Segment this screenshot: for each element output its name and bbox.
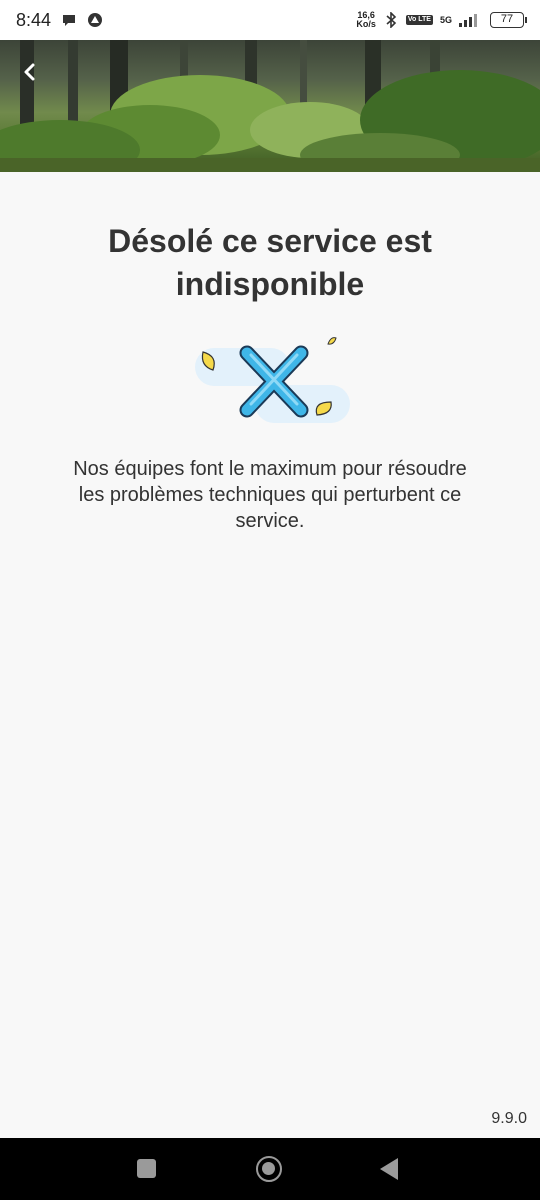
home-button[interactable]: [256, 1156, 282, 1182]
error-message: Nos équipes font le maximum pour résoudr…: [73, 458, 467, 532]
main-content: Désolé ce service est indisponible Nos é…: [0, 172, 540, 534]
signal-icon: [459, 14, 477, 27]
status-bar: 8:44 16,6 Ko/s Vo LTE 5G 77: [0, 0, 540, 40]
app-notification-icon: [88, 13, 103, 27]
page-title: Désolé ce service est indisponible: [108, 223, 432, 302]
status-time: 8:44: [16, 9, 52, 30]
forest-image: [0, 40, 540, 172]
system-nav-bar: [0, 1138, 540, 1200]
system-back-button[interactable]: [380, 1158, 398, 1180]
network-type: 5G: [439, 15, 452, 25]
error-x-icon: [195, 337, 350, 423]
network-speed: 16,6 Ko/s: [356, 10, 376, 29]
back-button[interactable]: [22, 62, 54, 94]
volte-badge: Vo LTE: [405, 15, 433, 25]
chat-icon: [63, 15, 76, 26]
header-banner: [0, 40, 540, 172]
chevron-left-icon: [24, 63, 35, 81]
recent-apps-button[interactable]: [137, 1159, 156, 1178]
bluetooth-icon: [386, 12, 397, 28]
app-version: 9.9.0: [491, 1110, 527, 1127]
battery-indicator: 77: [490, 12, 527, 28]
